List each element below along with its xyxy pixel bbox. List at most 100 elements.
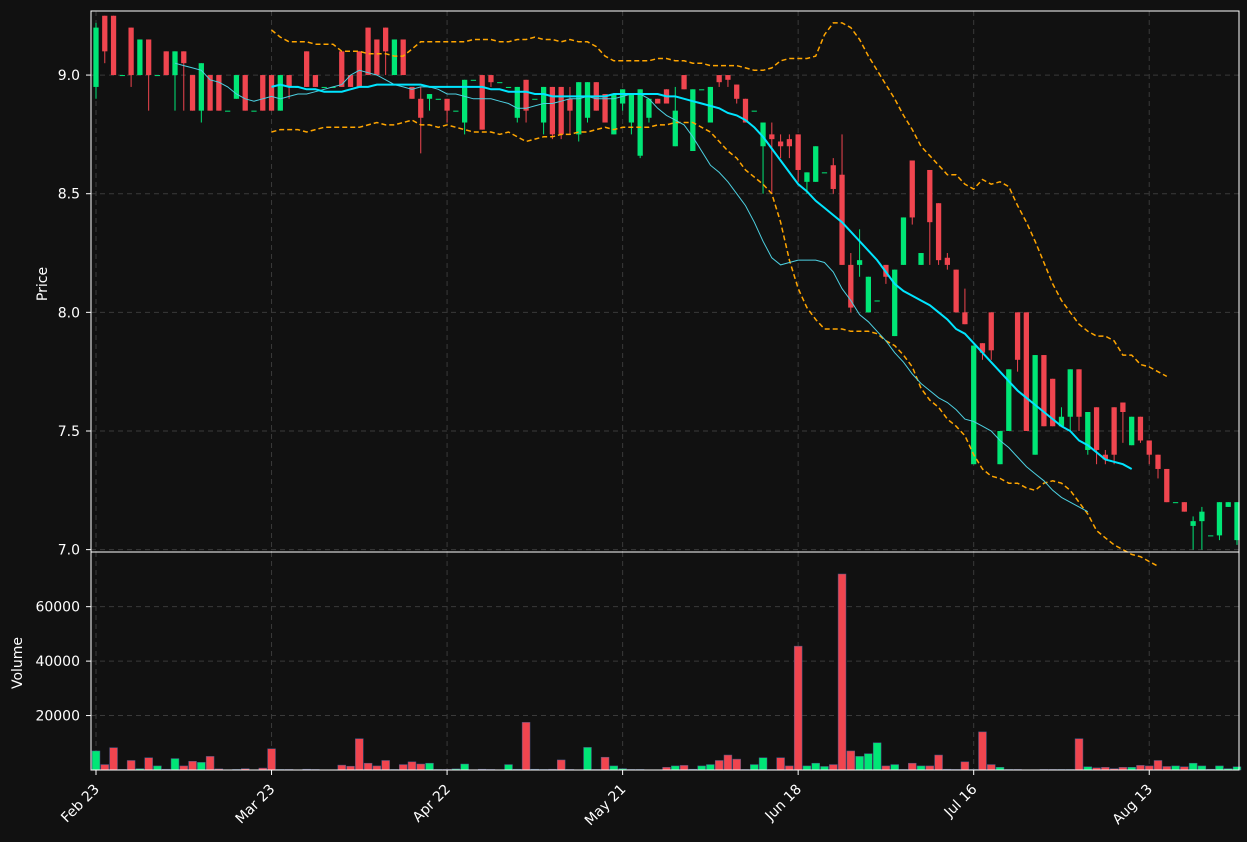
candle-body [1014, 312, 1021, 360]
volume-bar [460, 763, 469, 771]
candle-body [154, 75, 161, 77]
volume-bar [398, 764, 408, 771]
volume-bar [872, 742, 882, 771]
candle-body [935, 203, 942, 261]
volume-bar [504, 764, 513, 771]
volume-bar [1162, 766, 1171, 771]
candle-body [997, 430, 1003, 465]
candle-body [576, 82, 582, 135]
volume-bar [188, 761, 197, 771]
volume-bar [908, 762, 917, 771]
candle-body [137, 39, 143, 76]
candle-body [927, 169, 933, 223]
volume-bar [846, 750, 856, 771]
candle-body [383, 27, 389, 52]
volume-bar [1215, 765, 1224, 771]
candle-body [874, 300, 880, 302]
price-tick-label: 7.5 [58, 424, 80, 440]
volume-bar [785, 765, 794, 771]
candle-body [277, 75, 283, 111]
volume-bar [153, 765, 162, 771]
volume-bar [425, 762, 434, 771]
candle-body [909, 160, 915, 218]
candle-body [268, 75, 275, 111]
volume-bar [381, 760, 390, 771]
candle-body [918, 253, 924, 265]
candle-body [716, 75, 722, 83]
volume-bar [864, 753, 873, 771]
candle-body [470, 79, 477, 81]
candle-body [944, 257, 950, 265]
volume-bar [1136, 765, 1145, 771]
candle-body [1208, 535, 1214, 537]
volume-tick-label: 60000 [35, 600, 80, 616]
volume-bar [811, 762, 820, 771]
candle-body [435, 98, 441, 100]
candle-body [1225, 502, 1231, 507]
candle-body [813, 146, 819, 182]
volume-bar [91, 750, 101, 771]
volume-bar [793, 645, 803, 771]
candle-body [1120, 402, 1126, 413]
volume-axis-title: Volume [10, 637, 26, 689]
candle-body [830, 165, 836, 189]
candle-body [242, 75, 248, 111]
price-tick-label: 8.5 [58, 187, 80, 203]
candle-body [1137, 416, 1144, 441]
volume-bar [916, 765, 926, 771]
candle-body [795, 134, 801, 170]
candle-body [734, 84, 740, 99]
volume-bar [679, 765, 689, 771]
candle-body [260, 75, 266, 111]
volume-bar [1188, 762, 1198, 771]
candle-body [725, 75, 731, 80]
candle-body [567, 98, 573, 111]
volume-bar [337, 764, 346, 771]
candle-body [479, 75, 485, 130]
volume-bar [706, 764, 715, 771]
candle-body [453, 110, 459, 112]
volume-bar [723, 754, 733, 771]
price-tick-label: 9.0 [58, 68, 80, 84]
volume-bar [671, 765, 680, 771]
candle-body [549, 86, 556, 135]
candle-body [444, 98, 450, 111]
volume-bar [855, 756, 864, 771]
volume-bar [583, 747, 592, 771]
volume-bar [100, 764, 109, 771]
candle-body [426, 94, 433, 99]
volume-bar [109, 747, 118, 771]
candle-body [698, 89, 705, 91]
volume-bar [890, 764, 899, 771]
candle-body [1172, 502, 1179, 504]
volume-bar [600, 756, 610, 771]
candle-body [628, 94, 635, 123]
volume-tick-label: 20000 [35, 709, 80, 725]
volume-bar [1145, 765, 1154, 771]
candle-body [953, 269, 959, 313]
candle-body [391, 39, 398, 76]
volume-tick-label: 40000 [35, 654, 80, 670]
candle-body [304, 51, 310, 87]
candle-body [892, 269, 898, 337]
candle-body [189, 75, 196, 111]
volume-bar [776, 757, 785, 771]
volume-bar [170, 758, 180, 771]
candle-body [119, 75, 125, 77]
candle-body [769, 134, 775, 140]
volume-bar [820, 766, 829, 771]
candle-body [804, 172, 810, 182]
candle-body [1146, 440, 1152, 455]
candle-body [128, 27, 134, 76]
candle-body [102, 15, 108, 52]
volume-bar [758, 757, 768, 771]
volume-bar [732, 758, 741, 771]
volume-bar [521, 722, 531, 771]
candle-body [681, 75, 687, 90]
candle-body [1164, 468, 1170, 503]
candle-body [540, 86, 547, 123]
candle-body [865, 276, 872, 313]
candle-body [655, 98, 661, 104]
candle-body [690, 89, 696, 151]
volume-bar [987, 764, 996, 771]
